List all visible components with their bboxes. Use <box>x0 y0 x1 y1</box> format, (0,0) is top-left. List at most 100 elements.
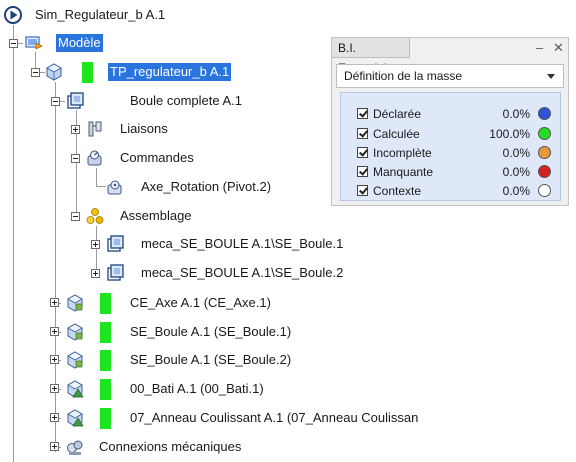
collapse-toggle[interactable] <box>31 68 40 77</box>
mass-definition-select[interactable]: Définition de la masse <box>336 64 564 88</box>
tree-node-label: Liaisons <box>120 121 168 136</box>
chevron-down-icon <box>547 74 555 79</box>
tree-node-commandes[interactable]: Commandes <box>86 148 216 168</box>
tree-node-label: Sim_Regulateur_b A.1 <box>35 7 166 22</box>
collapse-toggle[interactable] <box>9 39 18 48</box>
bi-essentials-panel: B.I. Essentials – ✕ Définition de la mas… <box>331 37 569 206</box>
legend-row-declaree: Déclarée 0.0% <box>341 105 560 123</box>
tree-node-label: SE_Boule A.1 (SE_Boule.1) <box>130 324 292 339</box>
expand-toggle[interactable] <box>50 298 59 307</box>
legend-row-incomplete: Incomplète 0.0% <box>341 144 560 162</box>
select-value: Définition de la masse <box>344 69 463 83</box>
status-legend: Déclarée 0.0% Calculée 100.0% Incomplète… <box>340 92 561 201</box>
status-color-dot <box>538 107 551 120</box>
status-color-dot <box>538 127 551 140</box>
expand-toggle[interactable] <box>50 413 59 422</box>
status-color-dot <box>538 146 551 159</box>
model-icon <box>25 34 43 52</box>
tree-node-label: Assemblage <box>120 208 192 223</box>
tree-node-label: 07_Anneau Coulissant A.1 (07_Anneau Coul… <box>130 410 419 425</box>
contexte-checkbox[interactable] <box>357 185 368 196</box>
legend-value: 0.0% <box>502 107 530 121</box>
manquante-checkbox[interactable] <box>357 166 368 177</box>
tree-node-axe-rotation[interactable]: Axe_Rotation (Pivot.2) <box>106 177 296 197</box>
status-indicator <box>100 350 111 371</box>
joints-icon <box>86 120 104 138</box>
tree-line <box>96 168 97 186</box>
expand-toggle[interactable] <box>50 442 59 451</box>
command-pivot-icon <box>106 178 124 196</box>
tree-node-se-boule-2[interactable]: SE_Boule A.1 (SE_Boule.2) <box>66 348 296 372</box>
status-indicator <box>100 408 111 429</box>
expand-toggle[interactable] <box>50 355 59 364</box>
expand-toggle[interactable] <box>71 125 80 134</box>
legend-label: Manquante <box>373 165 434 179</box>
legend-row-manquante: Manquante 0.0% <box>341 163 560 181</box>
legend-value: 0.0% <box>502 165 530 179</box>
tree-line <box>55 82 56 452</box>
close-icon[interactable]: ✕ <box>553 39 564 57</box>
legend-value: 0.0% <box>502 184 530 198</box>
legend-label: Déclarée <box>373 107 422 121</box>
tree-node-assemblage[interactable]: Assemblage <box>86 206 216 226</box>
status-indicator <box>100 293 111 314</box>
expand-toggle[interactable] <box>50 384 59 393</box>
tree-node-ce-axe[interactable]: CE_Axe A.1 (CE_Axe.1) <box>66 291 296 315</box>
status-indicator <box>100 379 111 400</box>
collapse-toggle[interactable] <box>71 154 80 163</box>
calculee-checkbox[interactable] <box>357 128 368 139</box>
tree-node-liaisons[interactable]: Liaisons <box>86 119 196 139</box>
simulation-play-icon <box>4 6 22 24</box>
tree-node-label: Boule complete A.1 <box>130 93 243 108</box>
tree-node-modele[interactable]: Modèle <box>25 33 115 53</box>
tree-node-label: Commandes <box>120 150 194 165</box>
legend-value: 100.0% <box>489 127 530 141</box>
tree-node-root[interactable]: Sim_Regulateur_b A.1 <box>4 5 184 25</box>
legend-row-calculee: Calculée 100.0% <box>341 125 560 143</box>
tree-node-label: meca_SE_BOULE A.1\SE_Boule.1 <box>141 236 344 251</box>
fixed-part-icon <box>66 409 84 427</box>
expand-toggle[interactable] <box>91 269 100 278</box>
collapse-toggle[interactable] <box>71 212 80 221</box>
tree-node-label: Axe_Rotation (Pivot.2) <box>141 179 272 194</box>
tree-node-se-boule-1[interactable]: SE_Boule A.1 (SE_Boule.1) <box>66 320 296 344</box>
collapse-toggle[interactable] <box>51 97 60 106</box>
tree-node-tp-regulateur[interactable]: TP_regulateur_b A.1 <box>45 60 245 84</box>
legend-value: 0.0% <box>502 146 530 160</box>
commands-icon <box>86 149 104 167</box>
mechanism-icon <box>106 235 124 253</box>
expand-toggle[interactable] <box>91 240 100 249</box>
assembly-icon <box>86 207 104 225</box>
expand-toggle[interactable] <box>50 327 59 336</box>
tree-node-meca-se-boule-1[interactable]: meca_SE_BOULE A.1\SE_Boule.1 <box>106 234 366 254</box>
legend-label: Incomplète <box>373 146 432 160</box>
minimize-icon[interactable]: – <box>536 39 543 57</box>
status-indicator <box>82 62 93 83</box>
tree-line <box>96 186 106 187</box>
mechanism-icon <box>66 92 84 110</box>
incomplete-checkbox[interactable] <box>357 147 368 158</box>
tree-node-label: 00_Bati A.1 (00_Bati.1) <box>130 381 264 396</box>
tree-node-anneau-coulissant[interactable]: 07_Anneau Coulissant A.1 (07_Anneau Coul… <box>66 406 446 430</box>
tree-node-connexions[interactable]: Connexions mécaniques <box>66 437 286 457</box>
declaree-checkbox[interactable] <box>357 108 368 119</box>
legend-label: Calculée <box>373 127 420 141</box>
part-icon <box>66 323 84 341</box>
tree-node-bati[interactable]: 00_Bati A.1 (00_Bati.1) <box>66 377 296 401</box>
mechanism-icon <box>106 264 124 282</box>
tree-node-meca-se-boule-2[interactable]: meca_SE_BOULE A.1\SE_Boule.2 <box>106 263 366 283</box>
product-icon <box>45 63 63 81</box>
panel-tab-title[interactable]: B.I. Essentials <box>332 38 410 75</box>
tree-node-label: Modèle <box>56 34 103 52</box>
fixed-part-icon <box>66 380 84 398</box>
connections-icon <box>66 438 84 456</box>
tree-node-boule-complete[interactable]: Boule complete A.1 <box>66 91 256 111</box>
legend-label: Contexte <box>373 184 422 198</box>
status-color-dot <box>538 165 551 178</box>
tree-line <box>96 226 97 274</box>
tree-node-label: meca_SE_BOULE A.1\SE_Boule.2 <box>141 265 344 280</box>
tree-node-label: SE_Boule A.1 (SE_Boule.2) <box>130 352 292 367</box>
tree-node-label: CE_Axe A.1 (CE_Axe.1) <box>130 295 271 310</box>
part-icon <box>66 294 84 312</box>
tree-node-label: TP_regulateur_b A.1 <box>108 63 232 81</box>
